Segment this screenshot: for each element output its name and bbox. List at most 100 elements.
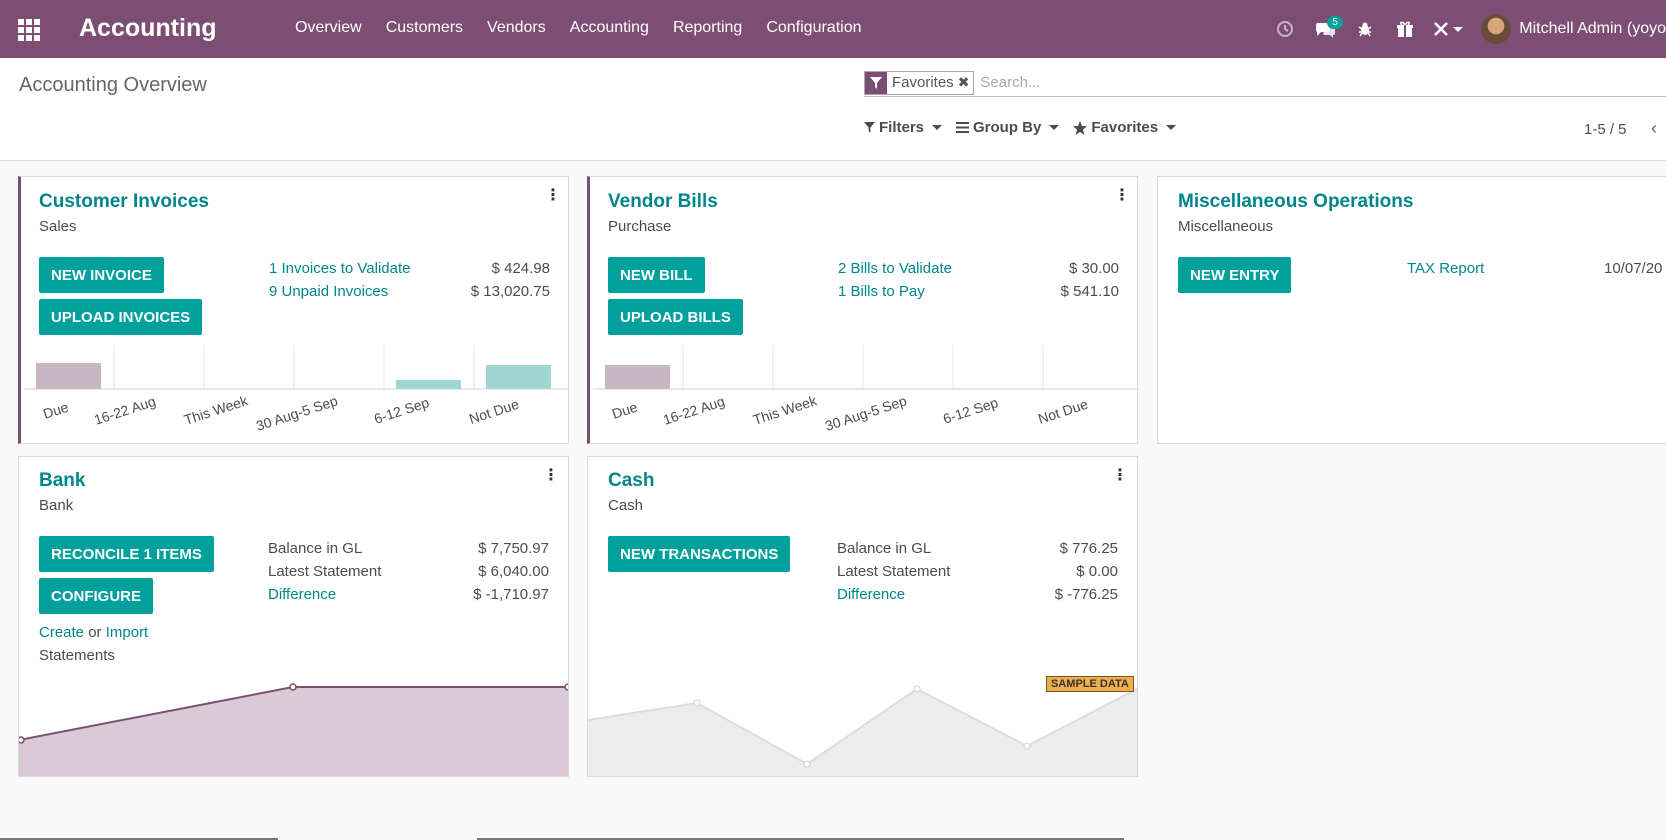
card-title[interactable]: Vendor Bills — [608, 191, 718, 213]
systray: 5 Mitchell Admin (yoyo — [1265, 0, 1666, 58]
chart-label-16-22-aug: 16-22 Aug — [661, 393, 727, 428]
kebab-menu-icon[interactable]: ⋮ — [1114, 185, 1130, 205]
page-title: Accounting Overview — [19, 74, 207, 96]
chevron-down-icon — [1049, 125, 1060, 130]
chart-label-due: Due — [41, 399, 71, 422]
card-subtitle: Cash — [608, 497, 644, 514]
facet-label: Favorites — [892, 74, 954, 91]
tax-report-date: 10/07/20 — [1604, 260, 1663, 277]
sample-data-badge: SAMPLE DATA — [1046, 676, 1134, 692]
chart-label-16-22-aug: 16-22 Aug — [92, 393, 158, 428]
user-name: Mitchell Admin (yoyo — [1519, 20, 1666, 37]
group-by-label: Group By — [973, 119, 1042, 136]
list-icon — [956, 122, 970, 133]
upload-invoices-button[interactable]: Upload Invoices — [39, 299, 203, 335]
favorites-button[interactable]: Favorites — [1073, 119, 1177, 136]
card-title[interactable]: Bank — [39, 470, 85, 492]
unpaid-invoices-amount: $ 13,020.75 — [470, 283, 550, 300]
balance-label: Balance in GL — [837, 540, 932, 557]
menu-overview[interactable]: Overview — [283, 19, 374, 37]
bank-balance-graph — [19, 683, 568, 776]
card-subtitle: Purchase — [608, 218, 672, 235]
card-subtitle: Bank — [39, 497, 74, 514]
favorites-label: Favorites — [1091, 119, 1159, 136]
kebab-menu-icon[interactable]: ⋮ — [545, 185, 561, 205]
misc-operations-card: Miscellaneous Operations Miscellaneous N… — [1157, 176, 1666, 444]
chart-label-this-week: This Week — [751, 392, 820, 428]
messages-badge: 5 — [1327, 16, 1343, 29]
main-menu: Overview Customers Vendors Accounting Re… — [283, 19, 873, 37]
debug-bug-icon[interactable] — [1345, 0, 1385, 58]
create-import-line: Create or Import — [39, 624, 148, 641]
chevron-left-icon[interactable]: ‹ — [1651, 118, 1657, 139]
top-navbar: Accounting Overview Customers Vendors Ac… — [0, 0, 1666, 58]
chart-label-not-due: Not Due — [1036, 396, 1090, 427]
configure-button[interactable]: Configure — [39, 578, 153, 614]
balance-label: Balance in GL — [268, 540, 363, 557]
bills-to-pay-link[interactable]: 1 Bills to Pay — [838, 283, 925, 300]
bills-to-validate-amount: $ 30.00 — [1068, 260, 1119, 277]
bar-6-12-sep[interactable] — [396, 380, 461, 389]
chart-label-6-12-sep: 6-12 Sep — [941, 394, 1000, 427]
latest-statement-label: Latest Statement — [837, 563, 951, 580]
menu-configuration[interactable]: Configuration — [754, 19, 873, 37]
filters-button[interactable]: Filters — [864, 119, 943, 136]
messages-icon[interactable]: 5 — [1305, 0, 1345, 58]
invoices-aging-chart: Due 16-22 Aug This Week 30 Aug-5 Sep 6-1… — [24, 345, 568, 434]
bar-due[interactable] — [605, 365, 670, 389]
gift-icon[interactable] — [1385, 0, 1425, 58]
bar-not-due[interactable] — [486, 365, 551, 389]
latest-statement-amount: $ 0.00 — [1076, 563, 1118, 580]
card-title[interactable]: Miscellaneous Operations — [1178, 191, 1413, 213]
balance-amount: $ 7,750.97 — [478, 540, 549, 557]
balance-amount: $ 776.25 — [1059, 540, 1118, 557]
search-input[interactable] — [980, 74, 1381, 91]
difference-amount: $ -1,710.97 — [473, 586, 549, 603]
card-title[interactable]: Customer Invoices — [39, 191, 209, 213]
chevron-down-icon — [1453, 26, 1464, 32]
tax-report-link[interactable]: TAX Report — [1407, 260, 1484, 277]
bills-to-validate-link[interactable]: 2 Bills to Validate — [838, 260, 952, 277]
menu-accounting[interactable]: Accounting — [558, 19, 661, 37]
difference-link[interactable]: Difference — [837, 586, 905, 603]
kebab-menu-icon[interactable]: ⋮ — [1112, 465, 1128, 485]
difference-link[interactable]: Difference — [268, 586, 336, 603]
reconcile-button[interactable]: Reconcile 1 Items — [39, 536, 214, 572]
create-link[interactable]: Create — [39, 624, 84, 641]
tools-icon[interactable] — [1425, 0, 1471, 58]
search-options: Filters Group By Favorites — [864, 119, 1177, 136]
statements-text: Statements — [39, 647, 115, 664]
pager-value[interactable]: 1-5 / 5 — [1584, 121, 1627, 138]
unpaid-invoices-link[interactable]: 9 Unpaid Invoices — [269, 283, 388, 300]
new-invoice-button[interactable]: New Invoice — [39, 257, 164, 293]
latest-statement-amount: $ 6,040.00 — [478, 563, 549, 580]
app-brand[interactable]: Accounting — [79, 14, 217, 43]
group-by-button[interactable]: Group By — [956, 119, 1060, 136]
menu-customers[interactable]: Customers — [374, 19, 475, 37]
menu-reporting[interactable]: Reporting — [661, 19, 754, 37]
difference-amount: $ -776.25 — [1054, 586, 1118, 603]
menu-vendors[interactable]: Vendors — [475, 19, 558, 37]
avatar — [1481, 14, 1512, 44]
card-title[interactable]: Cash — [608, 470, 654, 492]
apps-menu-icon[interactable] — [18, 19, 40, 41]
chart-label-not-due: Not Due — [467, 396, 521, 427]
new-transactions-button[interactable]: New Transactions — [608, 536, 791, 572]
user-menu[interactable]: Mitchell Admin (yoyo — [1471, 14, 1666, 44]
new-bill-button[interactable]: New Bill — [608, 257, 705, 293]
import-link[interactable]: Import — [106, 624, 149, 641]
new-entry-button[interactable]: New Entry — [1178, 257, 1292, 293]
activity-clock-icon[interactable] — [1265, 0, 1305, 58]
chart-label-due: Due — [610, 399, 640, 422]
customer-invoices-card: Customer Invoices Sales ⋮ New Invoice Up… — [18, 176, 569, 444]
bar-due[interactable] — [36, 363, 101, 389]
kebab-menu-icon[interactable]: ⋮ — [543, 465, 559, 485]
star-icon — [1073, 120, 1088, 135]
vendor-bills-card: Vendor Bills Purchase ⋮ New Bill Upload … — [587, 176, 1138, 444]
invoices-to-validate-link[interactable]: 1 Invoices to Validate — [269, 260, 410, 277]
chart-label-30-aug-5-sep: 30 Aug-5 Sep — [823, 392, 909, 434]
upload-bills-button[interactable]: Upload Bills — [608, 299, 743, 335]
card-subtitle: Sales — [39, 218, 77, 235]
close-icon[interactable]: ✖ — [958, 74, 974, 91]
chart-label-30-aug-5-sep: 30 Aug-5 Sep — [254, 392, 340, 434]
